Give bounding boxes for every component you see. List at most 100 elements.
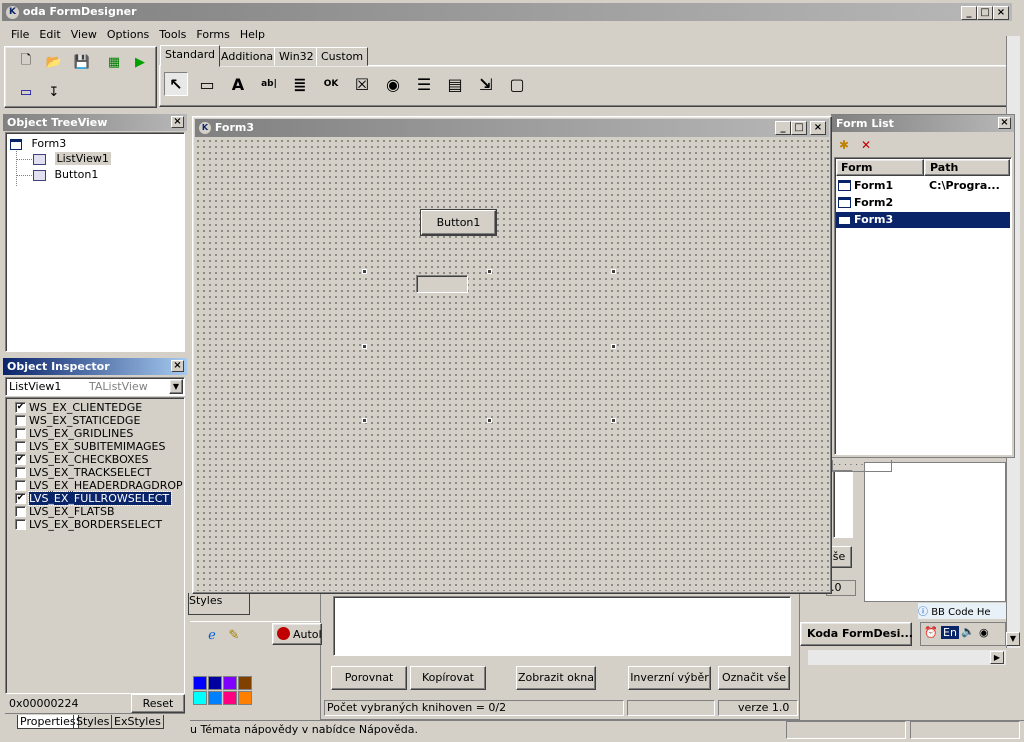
tree-node-root[interactable]: Form3	[10, 137, 66, 151]
color-swatch[interactable]	[223, 676, 237, 690]
tab-properties[interactable]: Properties	[17, 715, 79, 729]
edit-icon[interactable]: ab|	[257, 72, 281, 96]
form-window-icon[interactable]: ▭	[14, 80, 38, 104]
tab-additional[interactable]: Additional	[216, 47, 282, 66]
style-checkbox[interactable]	[15, 415, 26, 426]
resize-handle-ne[interactable]	[611, 269, 616, 274]
radio-icon[interactable]: ◉	[381, 72, 405, 96]
resize-handle-w[interactable]	[362, 344, 367, 349]
menu-forms[interactable]: Forms	[191, 25, 234, 45]
style-item-label[interactable]: WS_EX_STATICEDGE	[29, 414, 140, 427]
maximize-button[interactable]: □	[977, 6, 993, 20]
style-checkbox[interactable]	[15, 441, 26, 452]
style-checkbox[interactable]	[15, 506, 26, 517]
combobox-icon[interactable]: ▤	[443, 72, 467, 96]
style-item-label[interactable]: LVS_EX_CHECKBOXES	[29, 453, 149, 466]
groupbox-icon[interactable]: ▭	[195, 72, 219, 96]
listbox-icon[interactable]: ☰	[412, 72, 436, 96]
tab-win32[interactable]: Win32	[274, 47, 319, 66]
network-icon[interactable]: ◉	[979, 626, 989, 639]
style-checkbox[interactable]: ✔	[15, 454, 26, 465]
style-checkbox[interactable]: ✔	[15, 402, 26, 413]
select-all-button[interactable]: Označit vše	[718, 666, 790, 690]
tab-styles[interactable]: Styles	[73, 715, 113, 729]
tree-node-button1[interactable]: Button1	[33, 168, 98, 182]
formlist-row[interactable]: Form2	[836, 195, 1010, 211]
menu-edit[interactable]: Edit	[34, 25, 65, 45]
show-windows-button[interactable]: Zobrazit okna	[516, 666, 596, 690]
compare-button[interactable]: Porovnat	[331, 666, 407, 690]
invert-selection-button[interactable]: Inverzní výběr	[628, 666, 711, 690]
style-item-label[interactable]: LVS_EX_SUBITEMIMAGES	[29, 440, 165, 453]
form3-canvas[interactable]: Button1	[195, 138, 829, 591]
tools-icon[interactable]: ✎	[222, 623, 246, 647]
button-icon[interactable]: OK	[319, 72, 343, 96]
reset-button[interactable]: Reset	[131, 694, 185, 713]
new-file-icon[interactable]: 🗋	[14, 50, 38, 74]
color-swatch[interactable]	[208, 676, 222, 690]
style-checkbox[interactable]	[15, 467, 26, 478]
treeview-close-button[interactable]: ×	[171, 116, 184, 128]
tree-node-listview1[interactable]: ListView1	[33, 152, 111, 166]
checkbox-icon[interactable]: ☒	[350, 72, 374, 96]
memo-icon[interactable]: ≣	[288, 72, 312, 96]
style-item-label[interactable]: LVS_EX_HEADERDRAGDROP	[29, 479, 183, 492]
minimize-button[interactable]: _	[961, 6, 977, 20]
resize-handle-nw[interactable]	[362, 269, 367, 274]
menu-view[interactable]: View	[66, 25, 102, 45]
style-item-label[interactable]: LVS_EX_TRACKSELECT	[29, 466, 151, 479]
inspector-close-button[interactable]: ×	[171, 360, 184, 372]
new-form-icon[interactable]: ✱	[834, 135, 854, 155]
scroll-right-button[interactable]: ▶	[990, 651, 1004, 664]
remove-form-icon[interactable]: ✕	[856, 135, 876, 155]
close-button[interactable]: ×	[993, 6, 1009, 20]
style-checkbox[interactable]	[15, 519, 26, 530]
label-icon[interactable]: A	[226, 72, 250, 96]
formlist-header-form[interactable]: Form	[836, 159, 924, 176]
menu-help[interactable]: Help	[235, 25, 270, 45]
style-checkbox[interactable]	[15, 480, 26, 491]
formlist-close-button[interactable]: ×	[998, 117, 1011, 129]
resize-handle-sw[interactable]	[362, 418, 367, 423]
save-icon[interactable]: 💾	[70, 50, 94, 74]
form3-minimize-button[interactable]: _	[775, 121, 791, 135]
taskbar-koda-button[interactable]: Koda FormDesi...	[800, 622, 913, 646]
style-item-label[interactable]: LVS_EX_BORDERSELECT	[29, 518, 162, 531]
tab-custom[interactable]: Custom	[316, 47, 369, 66]
designer-button1[interactable]: Button1	[421, 210, 496, 235]
color-swatch[interactable]	[193, 691, 207, 705]
run-icon[interactable]: ▶	[128, 50, 152, 74]
formlist-header-path[interactable]: Path	[924, 159, 1010, 176]
scroll-down-button[interactable]: ▼	[1006, 632, 1020, 646]
styles-tab-fragment[interactable]: Styles	[188, 593, 250, 615]
formlist-row[interactable]: Form1 C:\Progra...	[836, 178, 1010, 194]
resize-handle-n[interactable]	[487, 269, 492, 274]
volume-icon[interactable]: 🔈	[961, 625, 975, 638]
menu-file[interactable]: File	[6, 25, 34, 45]
object-select[interactable]: ListView1 TAListView ▼	[5, 377, 185, 396]
formlist-row[interactable]: Form3	[836, 212, 1010, 228]
style-item-label[interactable]: LVS_EX_GRIDLINES	[29, 427, 133, 440]
tab-exstyles[interactable]: ExStyles	[111, 715, 164, 729]
form3-maximize-button[interactable]: □	[791, 121, 807, 135]
scrollbar-icon[interactable]: ⇲	[474, 72, 498, 96]
copy-button[interactable]: Kopírovat	[410, 666, 486, 690]
designer-listview1[interactable]	[416, 275, 468, 293]
chevron-down-icon[interactable]: ▼	[169, 379, 183, 394]
run-form-icon[interactable]: ▦	[102, 50, 126, 74]
pointer-icon[interactable]: ↖	[164, 72, 188, 96]
color-swatch[interactable]	[208, 691, 222, 705]
style-item-label[interactable]: LVS_EX_FULLROWSELECT	[27, 491, 173, 506]
menu-tools[interactable]: Tools	[154, 25, 191, 45]
color-swatch[interactable]	[193, 676, 207, 690]
language-indicator[interactable]: En	[941, 626, 959, 639]
resize-handle-e[interactable]	[611, 344, 616, 349]
color-swatch[interactable]	[238, 691, 252, 705]
tab-order-icon[interactable]: ↧	[42, 80, 66, 104]
panel-icon[interactable]: ▢	[505, 72, 529, 96]
style-item-label[interactable]: LVS_EX_FLATSB	[29, 505, 115, 518]
resize-handle-se[interactable]	[611, 418, 616, 423]
color-swatch[interactable]	[223, 691, 237, 705]
resize-handle-s[interactable]	[487, 418, 492, 423]
form3-close-button[interactable]: ×	[810, 121, 826, 135]
